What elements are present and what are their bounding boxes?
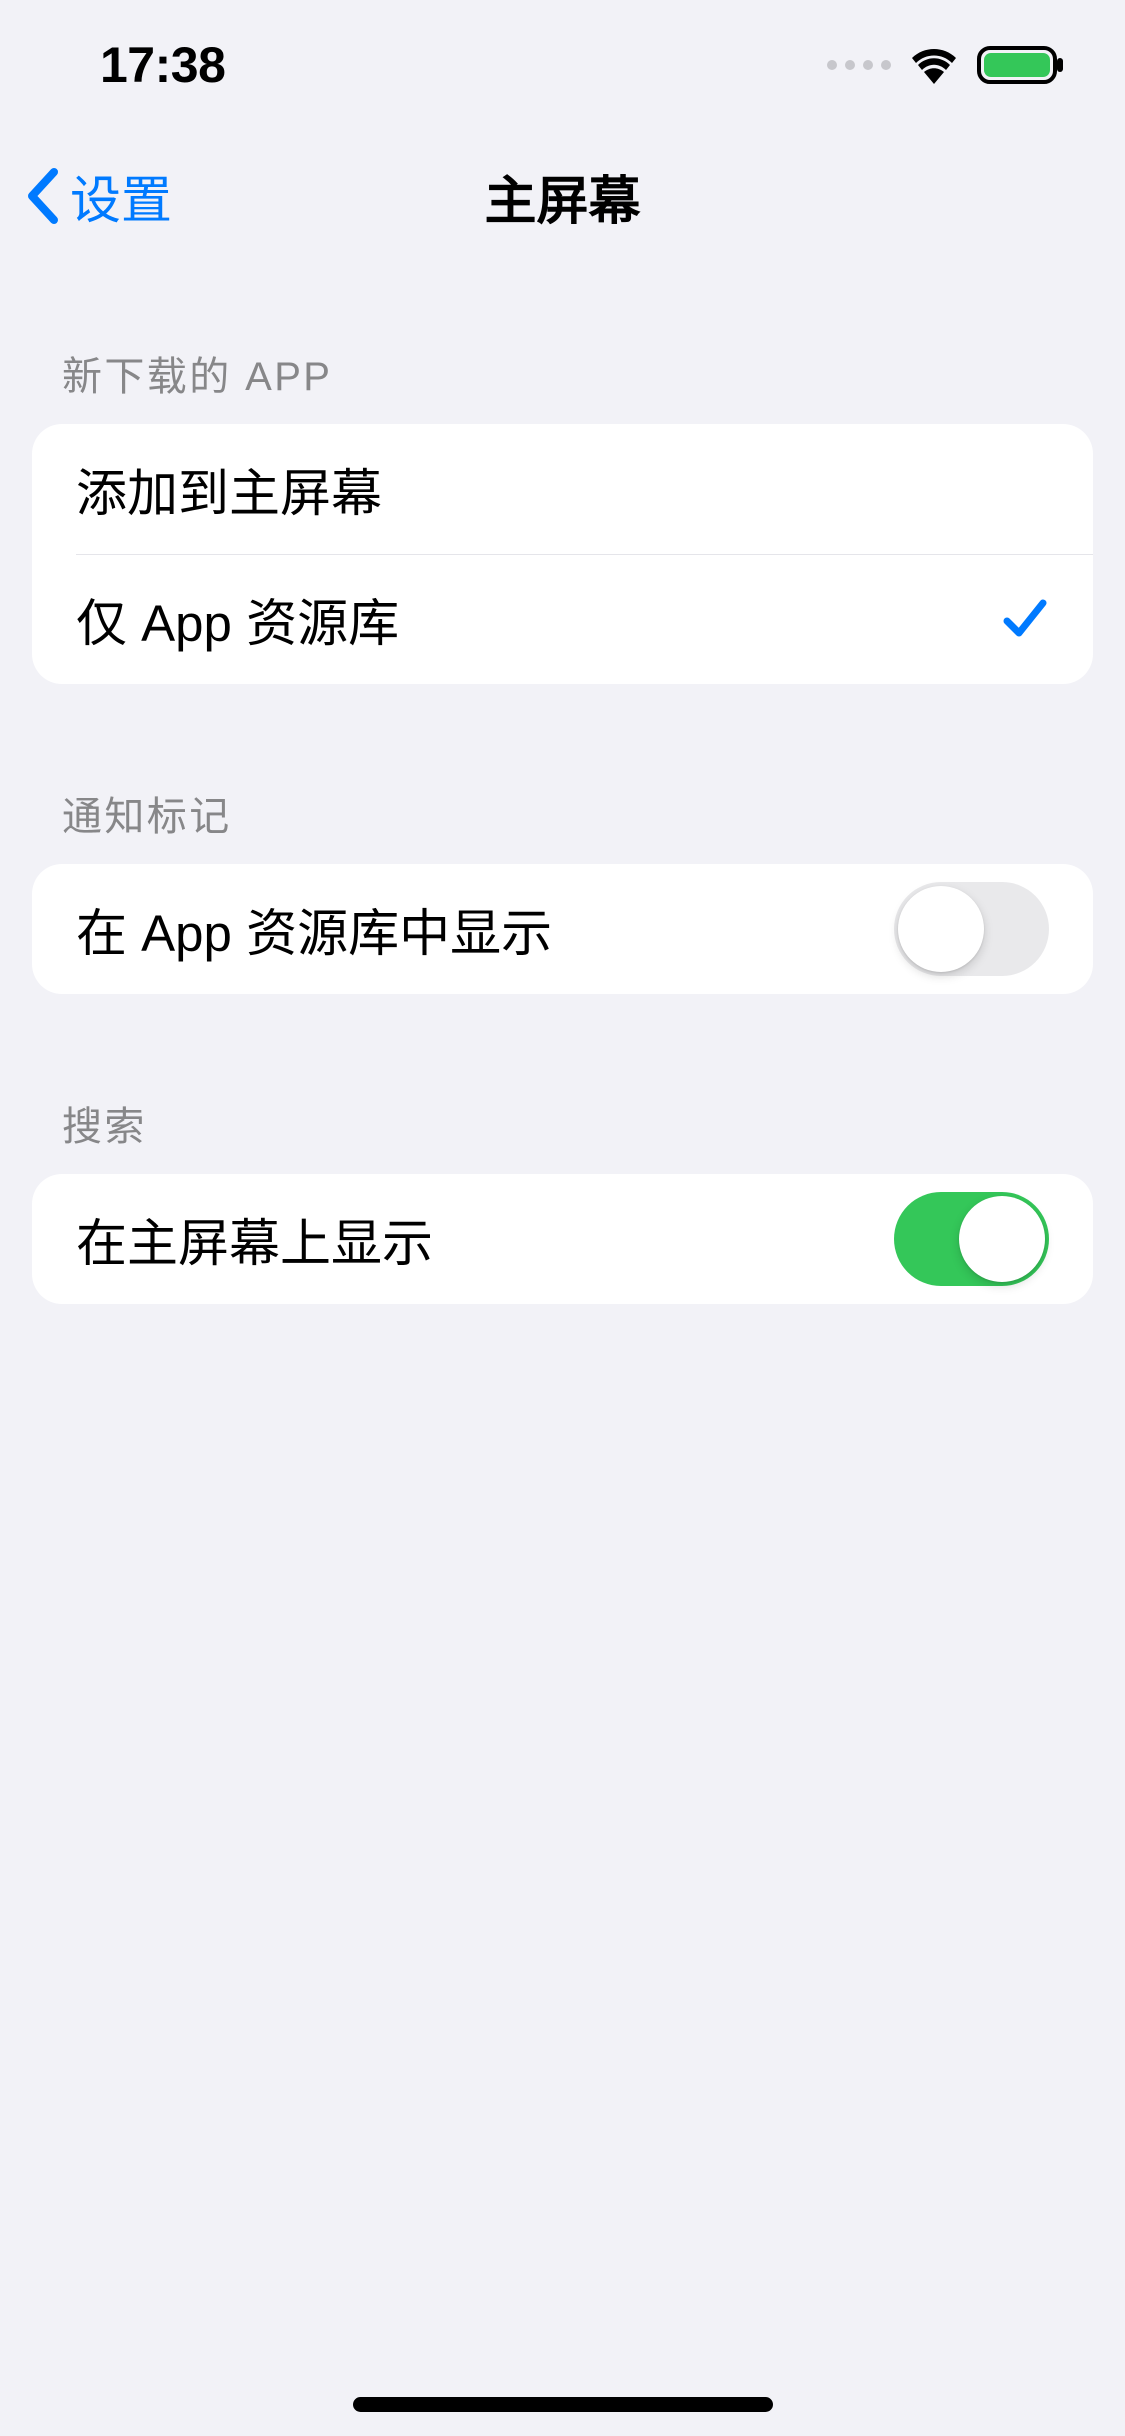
option-label: 添加到主屏幕	[76, 452, 382, 526]
row-label: 在 App 资源库中显示	[76, 892, 552, 966]
status-bar: 17:38	[0, 0, 1125, 130]
checkmark-icon	[1001, 595, 1049, 643]
switch-knob	[959, 1196, 1045, 1282]
toggle-show-on-home[interactable]	[894, 1192, 1049, 1286]
list-group-badges: 在 App 资源库中显示	[32, 864, 1093, 994]
back-label: 设置	[70, 159, 172, 233]
navigation-bar: 设置 主屏幕	[0, 130, 1125, 262]
section-header-new-apps: 新下载的 APP	[0, 322, 1125, 424]
row-show-in-library: 在 App 资源库中显示	[32, 864, 1093, 994]
battery-icon	[977, 44, 1065, 86]
home-indicator[interactable]	[353, 2397, 773, 2412]
switch-knob	[898, 886, 984, 972]
section-header-search: 搜索	[0, 1072, 1125, 1174]
option-label: 仅 App 资源库	[76, 582, 399, 656]
section-header-badges: 通知标记	[0, 762, 1125, 864]
status-icons	[827, 44, 1065, 86]
list-group-new-apps: 添加到主屏幕 仅 App 资源库	[32, 424, 1093, 684]
list-group-search: 在主屏幕上显示	[32, 1174, 1093, 1304]
row-label: 在主屏幕上显示	[76, 1202, 433, 1276]
status-time: 17:38	[100, 36, 225, 94]
row-show-on-home: 在主屏幕上显示	[32, 1174, 1093, 1304]
cellular-signal-icon	[827, 60, 891, 70]
chevron-left-icon	[24, 166, 60, 226]
content: 新下载的 APP 添加到主屏幕 仅 App 资源库 通知标记 在 App 资源库…	[0, 262, 1125, 1304]
option-add-to-home[interactable]: 添加到主屏幕	[32, 424, 1093, 554]
toggle-show-in-library[interactable]	[894, 882, 1049, 976]
option-app-library-only[interactable]: 仅 App 资源库	[32, 554, 1093, 684]
wifi-icon	[909, 46, 959, 84]
page-title: 主屏幕	[484, 159, 640, 234]
back-button[interactable]: 设置	[24, 159, 172, 233]
